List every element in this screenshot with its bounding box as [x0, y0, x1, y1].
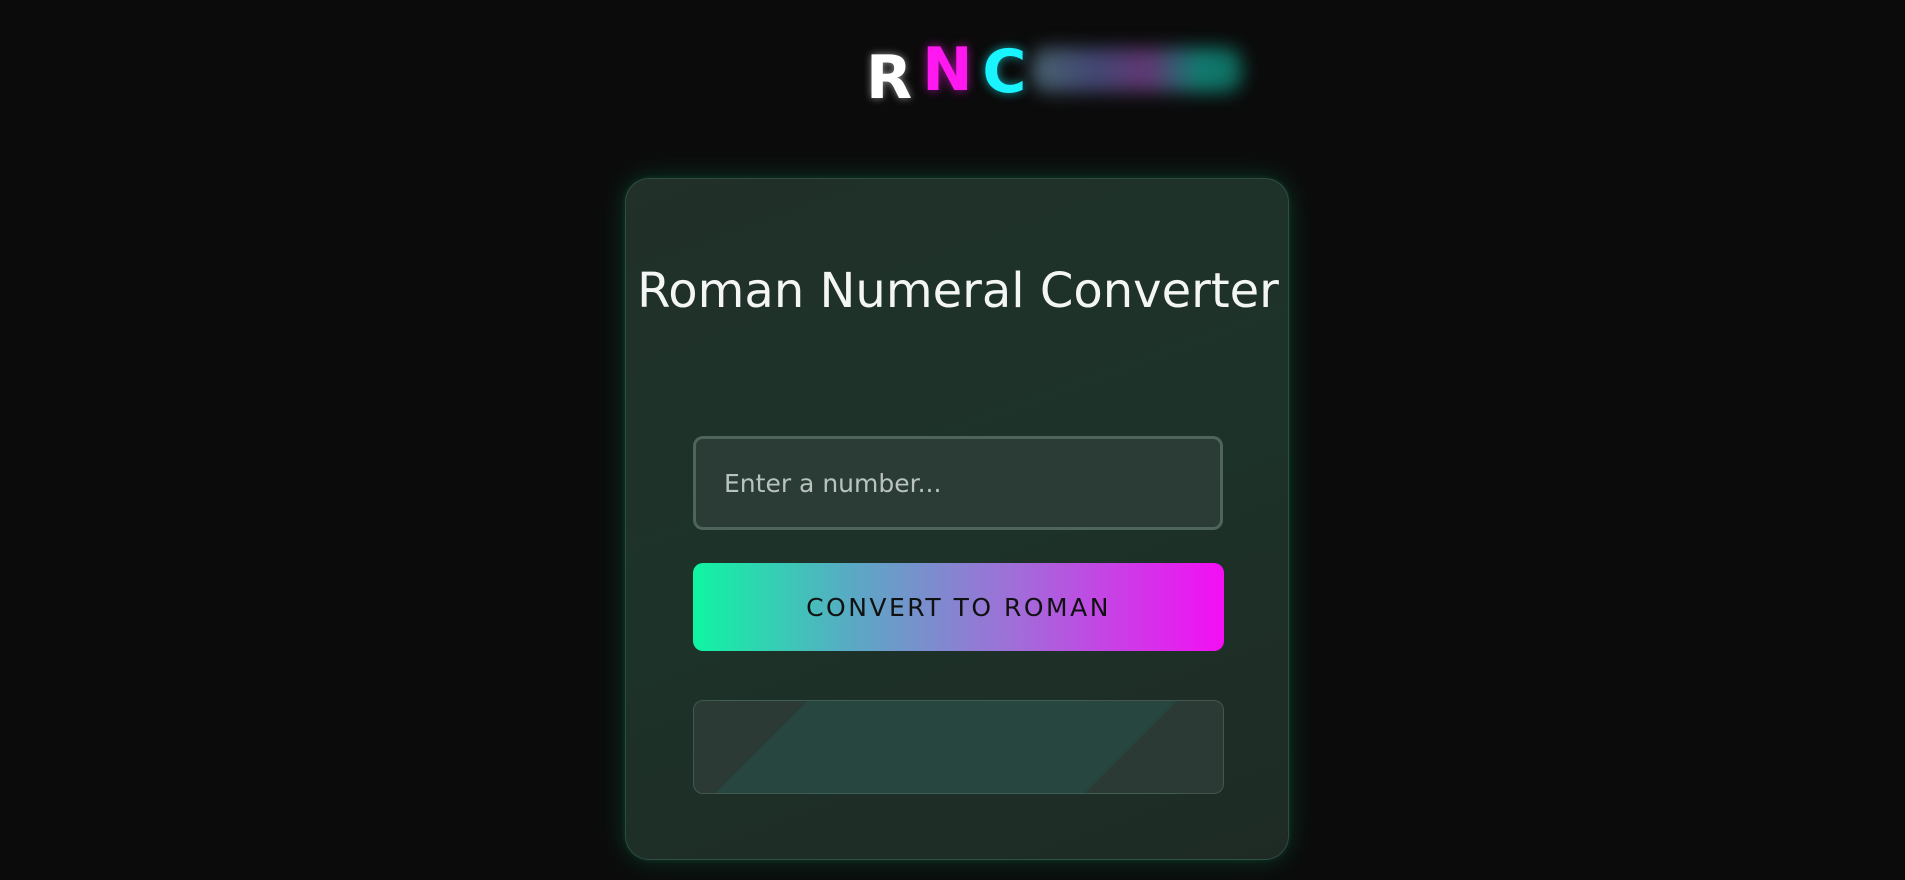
number-input-wrapper	[693, 436, 1223, 530]
page-title: Roman Numeral Converter	[637, 263, 1279, 319]
converter-card: Roman Numeral Converter CONVERT TO ROMAN	[625, 178, 1289, 860]
page: R N C Roman Numeral Converter CONVERT TO…	[0, 0, 1905, 880]
result-box	[693, 700, 1224, 794]
convert-to-roman-button[interactable]: CONVERT TO ROMAN	[693, 563, 1224, 651]
logo-letter-c: C	[982, 34, 1027, 107]
logo: R N C	[859, 34, 1243, 113]
logo-blurred-glow	[1032, 48, 1243, 92]
number-input[interactable]	[693, 436, 1223, 530]
logo-letter-n: N	[922, 35, 973, 105]
result-text	[694, 701, 1223, 793]
logo-letter-r: R	[859, 40, 913, 113]
